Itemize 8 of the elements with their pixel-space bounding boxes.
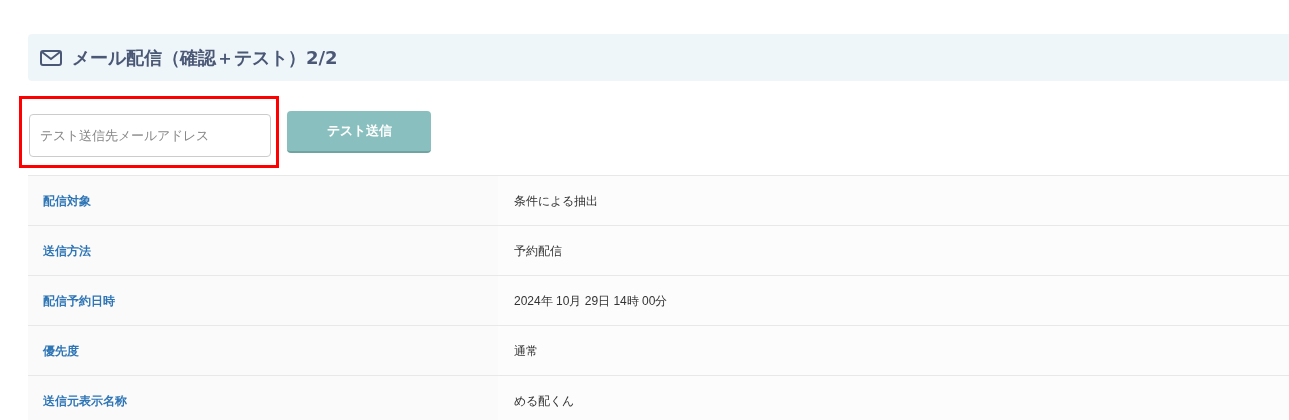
- field-label: 送信方法: [28, 226, 498, 275]
- section-title: メール配信（確認＋テスト）2/2: [72, 46, 338, 70]
- email-input-field[interactable]: テスト送信先メールアドレス: [29, 114, 271, 157]
- mail-icon: [40, 49, 62, 66]
- field-label: 送信元表示名称: [28, 376, 498, 420]
- field-label: 優先度: [28, 326, 498, 375]
- field-label: 配信予約日時: [28, 276, 498, 325]
- field-label: 配信対象: [28, 176, 498, 225]
